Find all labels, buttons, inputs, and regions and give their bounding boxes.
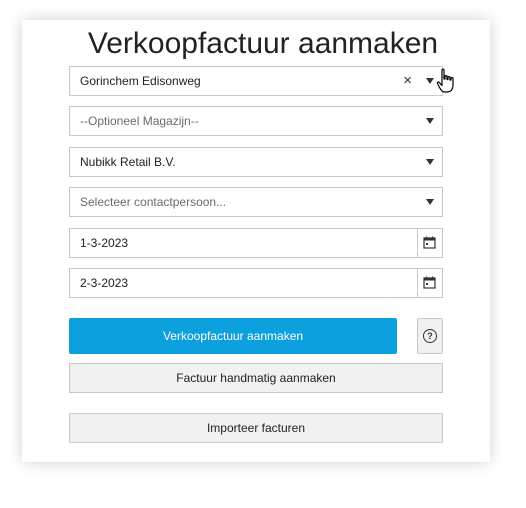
manual-invoice-button[interactable]: Factuur handmatig aanmaken [69, 363, 443, 393]
invoice-date-calendar-button[interactable] [417, 229, 442, 257]
calendar-icon [423, 236, 436, 249]
due-date-value: 2-3-2023 [80, 276, 129, 290]
invoice-date-value: 1-3-2023 [80, 236, 129, 250]
location-select[interactable]: Gorinchem Edisonweg × [69, 66, 443, 96]
question-icon: ? [423, 329, 437, 343]
dropdown-arrow-icon[interactable] [426, 118, 434, 124]
import-invoices-button[interactable]: Importeer facturen [69, 413, 443, 443]
customer-select-value: Nubikk Retail B.V. [80, 155, 176, 169]
dropdown-arrow-icon[interactable] [426, 199, 434, 205]
due-date-field[interactable]: 2-3-2023 [69, 268, 443, 298]
customer-select[interactable]: Nubikk Retail B.V. [69, 147, 443, 177]
warehouse-select[interactable]: --Optioneel Magazijn-- [69, 106, 443, 136]
contact-select[interactable]: Selecteer contactpersoon... [69, 187, 443, 217]
create-invoice-button[interactable]: Verkoopfactuur aanmaken [69, 318, 397, 354]
invoice-date-field[interactable]: 1-3-2023 [69, 228, 443, 258]
calendar-icon [423, 276, 436, 289]
page-title: Verkoopfactuur aanmaken [87, 27, 439, 60]
location-select-value: Gorinchem Edisonweg [80, 74, 201, 88]
dropdown-arrow-icon[interactable] [426, 159, 434, 165]
clear-icon[interactable]: × [403, 67, 412, 95]
help-button[interactable]: ? [417, 318, 443, 354]
due-date-calendar-button[interactable] [417, 269, 442, 297]
contact-select-placeholder: Selecteer contactpersoon... [80, 195, 227, 209]
hand-cursor-icon [436, 68, 454, 93]
dropdown-arrow-icon[interactable] [426, 78, 434, 84]
warehouse-select-placeholder: --Optioneel Magazijn-- [80, 114, 199, 128]
